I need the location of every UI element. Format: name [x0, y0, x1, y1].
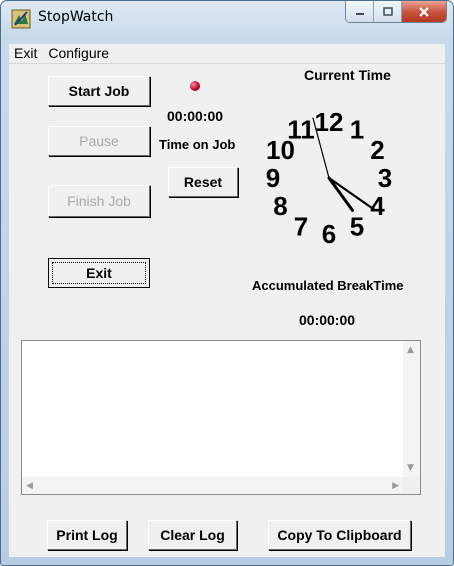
minute-hand	[327, 176, 376, 211]
clock-numeral: 3	[378, 163, 392, 193]
finish-job-button[interactable]: Finish Job	[48, 185, 150, 217]
clock-numeral: 1	[350, 115, 364, 145]
close-button[interactable]	[402, 1, 446, 22]
current-time-label: Current Time	[304, 67, 391, 83]
client-area: Start Job Pause Finish Job Exit 00:00:00…	[9, 64, 445, 557]
scroll-left-icon[interactable]: ◀	[26, 481, 33, 491]
log-vertical-scrollbar[interactable]: ▲ ▼	[403, 341, 420, 477]
stopwatch-window: StopWatch Exit Configure Start Job Pause…	[0, 0, 454, 566]
print-log-button[interactable]: Print Log	[47, 520, 127, 550]
clock-numeral: 12	[315, 107, 344, 137]
window-title: StopWatch	[38, 9, 114, 25]
minimize-icon	[355, 12, 364, 15]
clock-numeral: 7	[294, 212, 308, 242]
caption-buttons	[345, 1, 447, 23]
clock-numeral: 2	[370, 135, 384, 165]
analog-clock: 12 1234567891011	[266, 107, 392, 249]
minimize-button[interactable]	[346, 1, 374, 22]
start-job-button[interactable]: Start Job	[48, 76, 150, 106]
clock-numeral: 8	[273, 191, 287, 221]
copy-to-clipboard-button[interactable]: Copy To Clipboard	[268, 520, 411, 550]
log-horizontal-scrollbar[interactable]: ◀ ▶	[22, 477, 403, 494]
clear-log-button[interactable]: Clear Log	[148, 520, 237, 550]
menu-bar: Exit Configure	[9, 44, 445, 64]
scroll-up-icon[interactable]: ▲	[407, 345, 414, 355]
title-bar[interactable]: StopWatch	[1, 1, 453, 43]
menu-configure[interactable]: Configure	[43, 44, 115, 63]
stopwatch-app-icon	[11, 9, 31, 29]
menu-exit[interactable]: Exit	[9, 44, 43, 63]
scroll-down-icon[interactable]: ▼	[407, 463, 414, 473]
exit-button[interactable]: Exit	[48, 258, 150, 288]
reset-button[interactable]: Reset	[168, 167, 238, 197]
clock-numeral: 4	[370, 191, 385, 221]
scrollbar-corner	[403, 477, 420, 494]
clock-numeral: 5	[350, 212, 364, 242]
pause-button[interactable]: Pause	[48, 126, 150, 156]
clock-numeral: 11	[287, 115, 315, 145]
status-indicator-light	[190, 81, 200, 91]
exit-button-label: Exit	[86, 265, 112, 281]
break-time-value: 00:00:00	[299, 312, 356, 328]
log-textarea[interactable]: ▲ ▼ ◀ ▶	[21, 340, 421, 495]
job-timer-value: 00:00:00	[167, 108, 224, 124]
hour-hand	[327, 176, 354, 212]
maximize-button[interactable]	[374, 1, 402, 22]
break-time-label: Accumulated BreakTime	[252, 278, 404, 293]
clock-numeral: 9	[266, 163, 280, 193]
close-icon	[419, 6, 429, 17]
scroll-right-icon[interactable]: ▶	[392, 481, 399, 491]
time-on-job-label: Time on Job	[159, 137, 236, 152]
maximize-icon	[382, 6, 393, 16]
clock-numeral: 6	[322, 219, 336, 249]
